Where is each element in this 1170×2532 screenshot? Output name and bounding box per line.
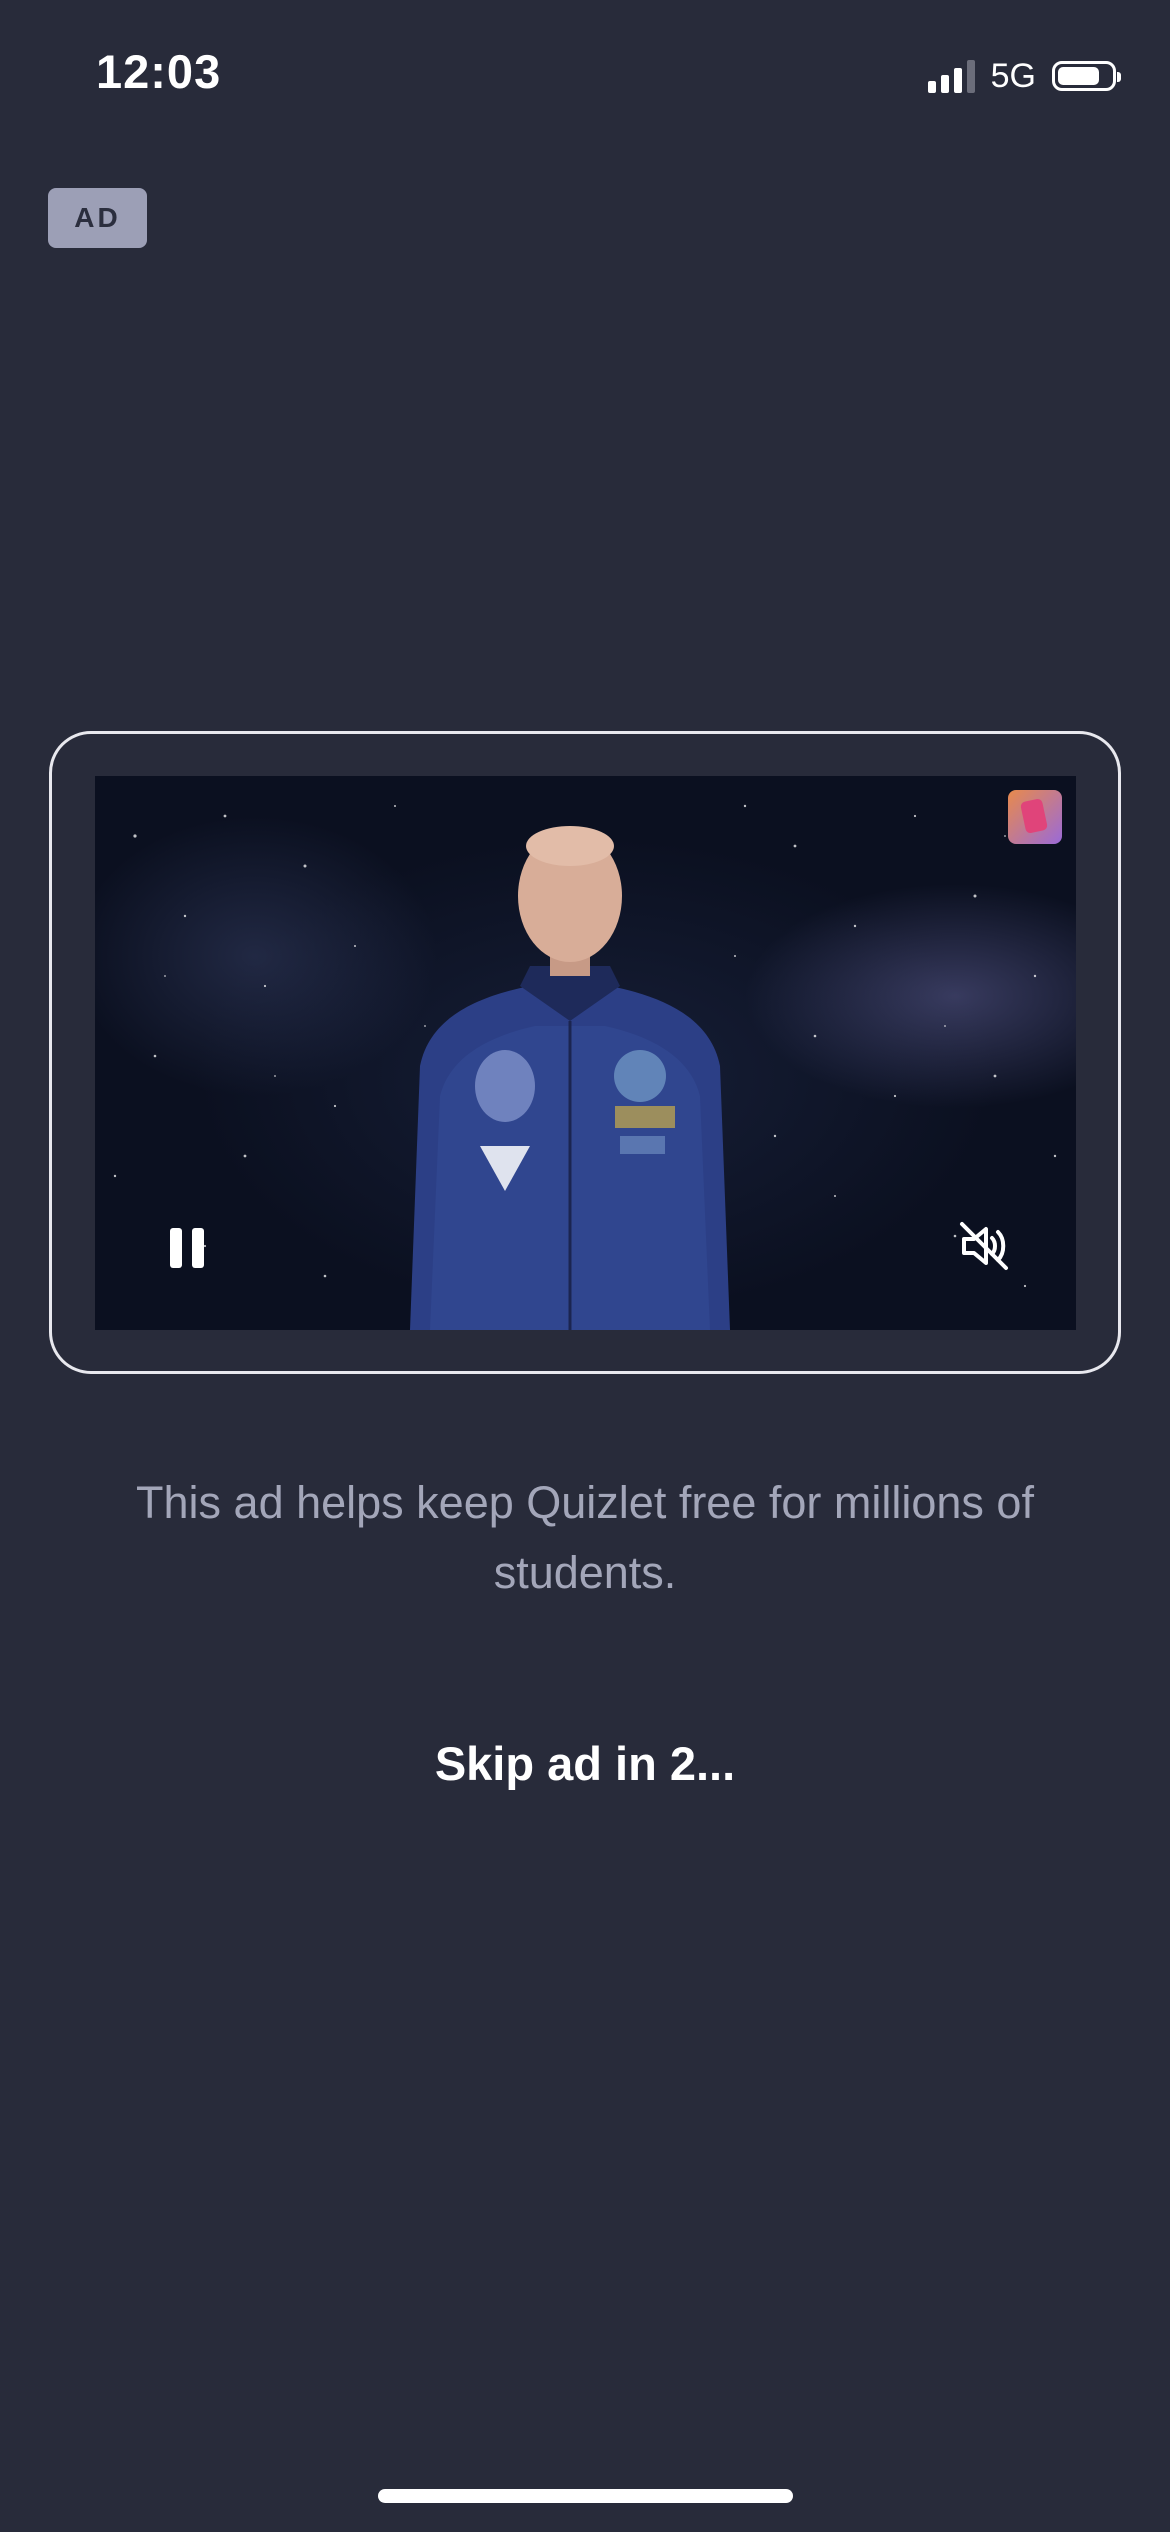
speaker-muted-icon[interactable] <box>954 1216 1014 1276</box>
status-time: 12:03 <box>96 45 222 98</box>
status-indicators: 5G <box>927 54 1121 98</box>
pause-icon <box>170 1228 182 1268</box>
battery-icon <box>1052 61 1121 91</box>
network-type: 5G <box>990 56 1036 95</box>
ad-video[interactable] <box>95 776 1076 1330</box>
home-indicator[interactable] <box>378 2489 793 2503</box>
cellular-signal-icon <box>927 59 975 93</box>
ad-caption: This ad helps keep Quizlet free for mill… <box>136 1477 1034 1598</box>
skip-ad-countdown[interactable]: Skip ad in 2... <box>0 1736 1170 1791</box>
advertiser-logo-icon <box>1008 790 1062 844</box>
ad-badge: AD <box>48 188 147 248</box>
pause-button[interactable] <box>163 1220 211 1276</box>
astronaut-figure <box>410 826 730 1330</box>
